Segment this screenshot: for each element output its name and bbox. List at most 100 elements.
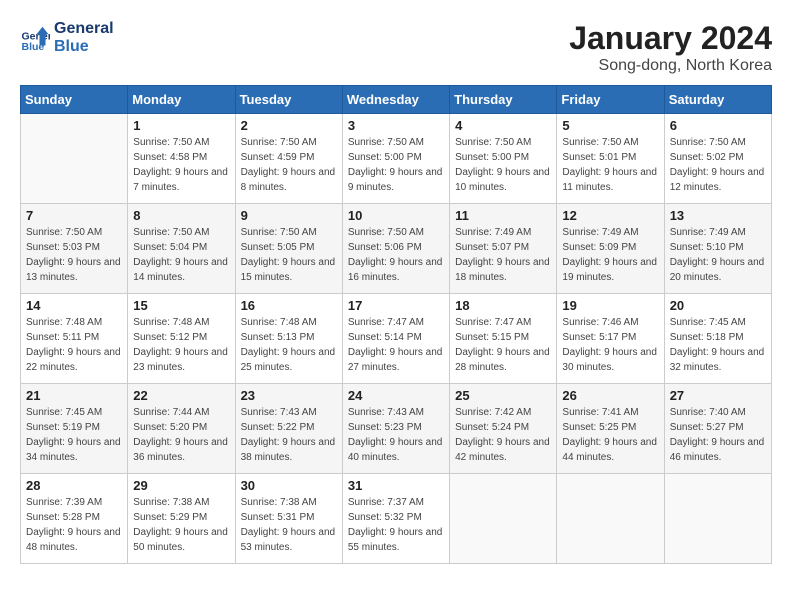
- day-header-thursday: Thursday: [450, 86, 557, 114]
- day-number: 12: [562, 208, 658, 223]
- calendar-cell: 18Sunrise: 7:47 AMSunset: 5:15 PMDayligh…: [450, 294, 557, 384]
- calendar-header-row: SundayMondayTuesdayWednesdayThursdayFrid…: [21, 86, 772, 114]
- calendar-cell: 22 Sunrise: 7:44 AMSunset: 5:20 PMDayligh…: [128, 384, 235, 474]
- calendar-cell: 9 Sunrise: 7:50 AMSunset: 5:05 PMDaylight…: [235, 204, 342, 294]
- day-info: Sunrise: 7:50 AMSunset: 5:00 PMDaylight:…: [348, 135, 444, 195]
- calendar-cell: 21 Sunrise: 7:45 AMSunset: 5:19 PMDayligh…: [21, 384, 128, 474]
- day-info: Sunrise: 7:50 AMSunset: 4:58 PMDaylight:…: [133, 135, 229, 195]
- calendar-cell: 19 Sunrise: 7:46 AMSunset: 5:17 PMDayligh…: [557, 294, 664, 384]
- calendar-cell: 7 Sunrise: 7:50 AMSunset: 5:03 PMDaylight…: [21, 204, 128, 294]
- day-number: 19: [562, 298, 658, 313]
- day-header-sunday: Sunday: [21, 86, 128, 114]
- day-info: Sunrise: 7:49 AMSunset: 5:07 PMDaylight:…: [455, 225, 551, 285]
- calendar-cell: [557, 474, 664, 564]
- day-info: Sunrise: 7:45 AMSunset: 5:18 PMDaylight:…: [670, 315, 766, 375]
- calendar-cell: 24 Sunrise: 7:43 AMSunset: 5:23 PMDayligh…: [342, 384, 449, 474]
- month-title: January 2024: [569, 20, 772, 57]
- day-number: 26: [562, 388, 658, 403]
- day-info: Sunrise: 7:50 AMSunset: 5:03 PMDaylight:…: [26, 225, 122, 285]
- day-number: 22: [133, 388, 229, 403]
- calendar-cell: 26 Sunrise: 7:41 AMSunset: 5:25 PMDayligh…: [557, 384, 664, 474]
- day-info: Sunrise: 7:46 AMSunset: 5:17 PMDaylight:…: [562, 315, 658, 375]
- calendar-cell: 5Sunrise: 7:50 AMSunset: 5:01 PMDaylight…: [557, 114, 664, 204]
- calendar-cell: 25 Sunrise: 7:42 AMSunset: 5:24 PMDayligh…: [450, 384, 557, 474]
- day-info: Sunrise: 7:50 AMSunset: 5:04 PMDaylight:…: [133, 225, 229, 285]
- day-number: 23: [241, 388, 337, 403]
- day-number: 17: [348, 298, 444, 313]
- day-info: Sunrise: 7:39 AMSunset: 5:28 PMDaylight:…: [26, 495, 122, 555]
- day-info: Sunrise: 7:50 AMSunset: 4:59 PMDaylight:…: [241, 135, 337, 195]
- day-number: 25: [455, 388, 551, 403]
- day-number: 10: [348, 208, 444, 223]
- day-info: Sunrise: 7:49 AMSunset: 5:09 PMDaylight:…: [562, 225, 658, 285]
- day-number: 16: [241, 298, 337, 313]
- day-number: 29: [133, 478, 229, 493]
- title-block: January 2024 Song-dong, North Korea: [569, 20, 772, 75]
- day-number: 7: [26, 208, 122, 223]
- day-info: Sunrise: 7:50 AMSunset: 5:05 PMDaylight:…: [241, 225, 337, 285]
- day-number: 15: [133, 298, 229, 313]
- day-info: Sunrise: 7:40 AMSunset: 5:27 PMDaylight:…: [670, 405, 766, 465]
- day-header-wednesday: Wednesday: [342, 86, 449, 114]
- day-number: 9: [241, 208, 337, 223]
- day-info: Sunrise: 7:47 AMSunset: 5:14 PMDaylight:…: [348, 315, 444, 375]
- calendar-cell: [21, 114, 128, 204]
- day-number: 20: [670, 298, 766, 313]
- day-header-saturday: Saturday: [664, 86, 771, 114]
- day-info: Sunrise: 7:37 AMSunset: 5:32 PMDaylight:…: [348, 495, 444, 555]
- calendar-cell: 16 Sunrise: 7:48 AMSunset: 5:13 PMDayligh…: [235, 294, 342, 384]
- day-info: Sunrise: 7:42 AMSunset: 5:24 PMDaylight:…: [455, 405, 551, 465]
- day-number: 11: [455, 208, 551, 223]
- day-info: Sunrise: 7:41 AMSunset: 5:25 PMDaylight:…: [562, 405, 658, 465]
- day-info: Sunrise: 7:44 AMSunset: 5:20 PMDaylight:…: [133, 405, 229, 465]
- calendar-body: 1 Sunrise: 7:50 AMSunset: 4:58 PMDaylight…: [21, 114, 772, 564]
- calendar-cell: 3 Sunrise: 7:50 AMSunset: 5:00 PMDaylight…: [342, 114, 449, 204]
- calendar-week-1: 1 Sunrise: 7:50 AMSunset: 4:58 PMDaylight…: [21, 114, 772, 204]
- day-info: Sunrise: 7:45 AMSunset: 5:19 PMDaylight:…: [26, 405, 122, 465]
- page-header: General Blue General Blue January 2024 S…: [20, 20, 772, 75]
- calendar-cell: 11 Sunrise: 7:49 AMSunset: 5:07 PMDayligh…: [450, 204, 557, 294]
- day-number: 31: [348, 478, 444, 493]
- day-info: Sunrise: 7:50 AMSunset: 5:06 PMDaylight:…: [348, 225, 444, 285]
- calendar-cell: 4Sunrise: 7:50 AMSunset: 5:00 PMDaylight…: [450, 114, 557, 204]
- calendar-cell: 2Sunrise: 7:50 AMSunset: 4:59 PMDaylight…: [235, 114, 342, 204]
- calendar-cell: 31 Sunrise: 7:37 AMSunset: 5:32 PMDayligh…: [342, 474, 449, 564]
- logo-icon: General Blue: [20, 23, 50, 53]
- day-header-tuesday: Tuesday: [235, 86, 342, 114]
- calendar-week-5: 28 Sunrise: 7:39 AMSunset: 5:28 PMDayligh…: [21, 474, 772, 564]
- calendar-cell: 10 Sunrise: 7:50 AMSunset: 5:06 PMDayligh…: [342, 204, 449, 294]
- day-number: 27: [670, 388, 766, 403]
- day-header-friday: Friday: [557, 86, 664, 114]
- day-info: Sunrise: 7:43 AMSunset: 5:23 PMDaylight:…: [348, 405, 444, 465]
- day-number: 8: [133, 208, 229, 223]
- calendar-cell: [450, 474, 557, 564]
- day-number: 30: [241, 478, 337, 493]
- calendar-cell: 27 Sunrise: 7:40 AMSunset: 5:27 PMDayligh…: [664, 384, 771, 474]
- calendar-cell: 14Sunrise: 7:48 AMSunset: 5:11 PMDayligh…: [21, 294, 128, 384]
- calendar-cell: 15Sunrise: 7:48 AMSunset: 5:12 PMDayligh…: [128, 294, 235, 384]
- day-number: 6: [670, 118, 766, 133]
- calendar-cell: 28 Sunrise: 7:39 AMSunset: 5:28 PMDayligh…: [21, 474, 128, 564]
- day-info: Sunrise: 7:50 AMSunset: 5:00 PMDaylight:…: [455, 135, 551, 195]
- day-number: 3: [348, 118, 444, 133]
- calendar-cell: 13Sunrise: 7:49 AMSunset: 5:10 PMDayligh…: [664, 204, 771, 294]
- day-number: 28: [26, 478, 122, 493]
- calendar-cell: 6Sunrise: 7:50 AMSunset: 5:02 PMDaylight…: [664, 114, 771, 204]
- calendar-week-3: 14Sunrise: 7:48 AMSunset: 5:11 PMDayligh…: [21, 294, 772, 384]
- day-number: 18: [455, 298, 551, 313]
- day-info: Sunrise: 7:38 AMSunset: 5:29 PMDaylight:…: [133, 495, 229, 555]
- calendar-cell: 17 Sunrise: 7:47 AMSunset: 5:14 PMDayligh…: [342, 294, 449, 384]
- day-info: Sunrise: 7:43 AMSunset: 5:22 PMDaylight:…: [241, 405, 337, 465]
- day-number: 1: [133, 118, 229, 133]
- calendar-cell: 12 Sunrise: 7:49 AMSunset: 5:09 PMDayligh…: [557, 204, 664, 294]
- calendar-week-4: 21 Sunrise: 7:45 AMSunset: 5:19 PMDayligh…: [21, 384, 772, 474]
- day-info: Sunrise: 7:48 AMSunset: 5:13 PMDaylight:…: [241, 315, 337, 375]
- calendar-week-2: 7 Sunrise: 7:50 AMSunset: 5:03 PMDaylight…: [21, 204, 772, 294]
- calendar-cell: 20 Sunrise: 7:45 AMSunset: 5:18 PMDayligh…: [664, 294, 771, 384]
- day-number: 21: [26, 388, 122, 403]
- logo-line2: Blue: [54, 38, 114, 56]
- day-info: Sunrise: 7:38 AMSunset: 5:31 PMDaylight:…: [241, 495, 337, 555]
- day-number: 5: [562, 118, 658, 133]
- calendar-cell: 23 Sunrise: 7:43 AMSunset: 5:22 PMDayligh…: [235, 384, 342, 474]
- day-number: 24: [348, 388, 444, 403]
